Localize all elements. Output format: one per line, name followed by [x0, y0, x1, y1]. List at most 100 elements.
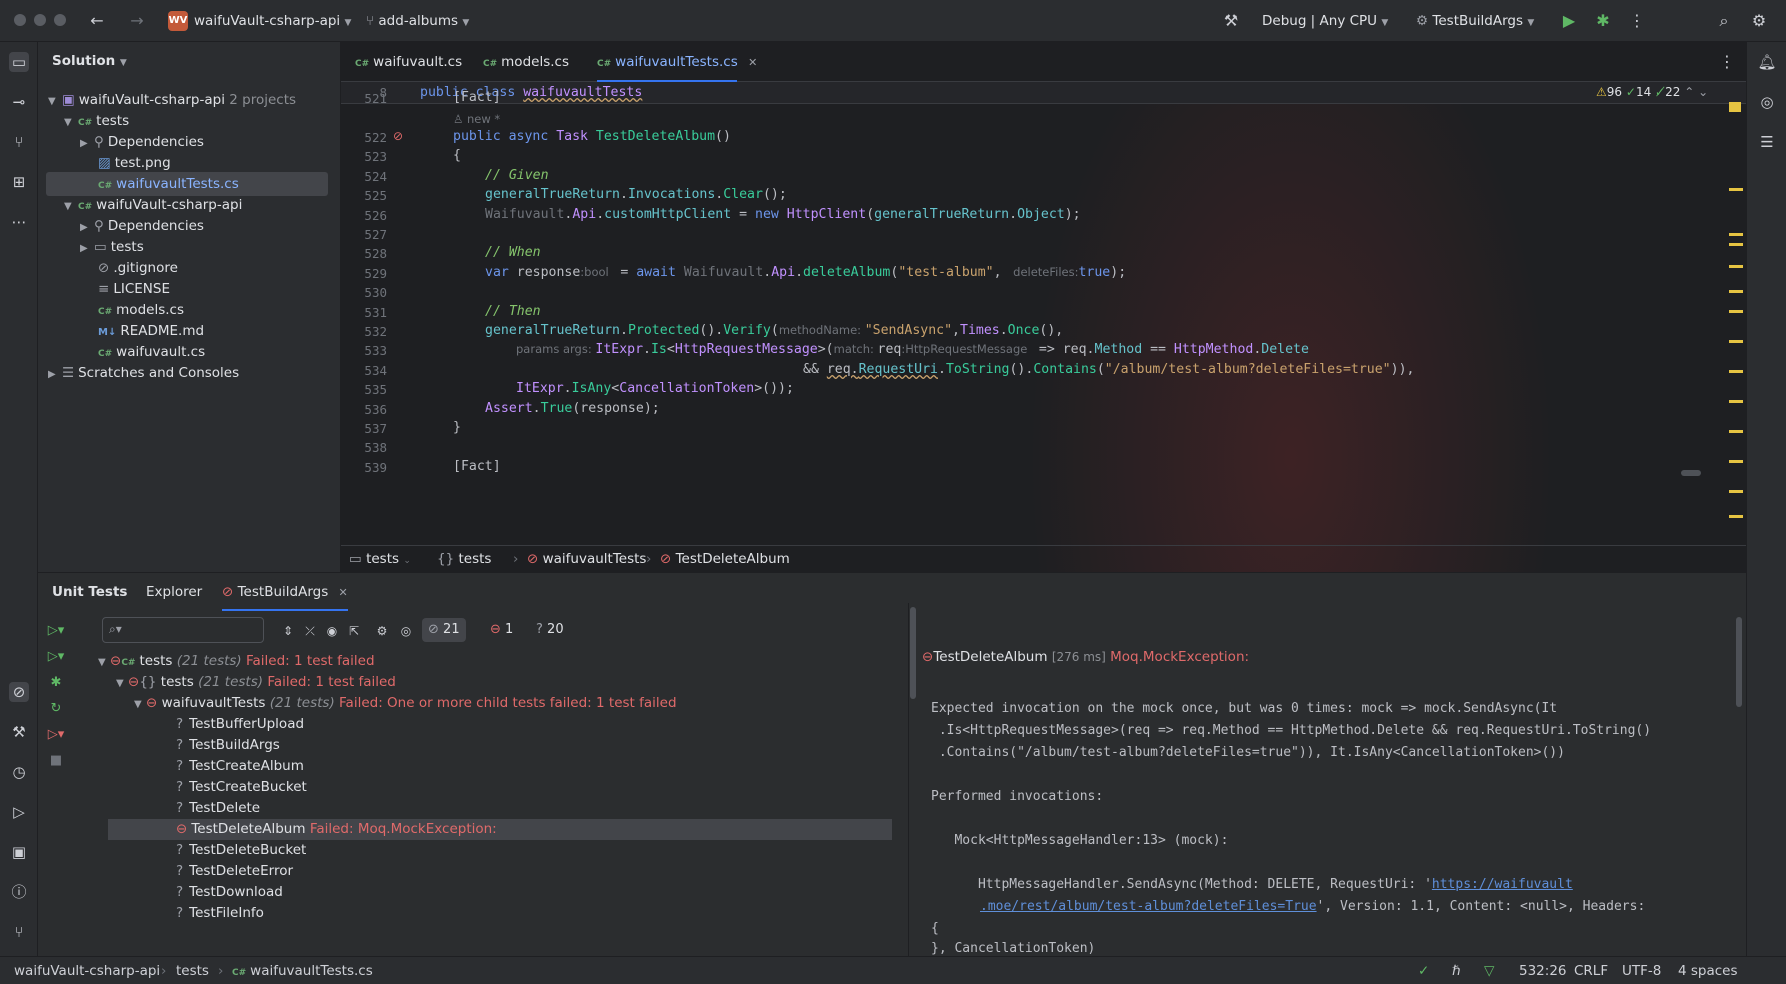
collapse-arrow-icon[interactable]: ▶: [48, 363, 62, 387]
expand-arrow-icon[interactable]: ▼: [64, 111, 78, 135]
rerun-icon[interactable]: ↻: [46, 699, 66, 719]
run-test-failed-gutter-icon[interactable]: ⊘: [393, 129, 403, 143]
panel-divider[interactable]: [908, 603, 909, 957]
warning-stripe-marker[interactable]: [1729, 243, 1743, 246]
tree-item-scratches[interactable]: ▶ ☰ Scratches and Consoles: [48, 361, 239, 385]
warning-stripe-marker[interactable]: [1729, 490, 1743, 493]
ai-status-icon[interactable]: ℏ: [1452, 957, 1461, 984]
more-vertical-icon[interactable]: ⋮: [1627, 11, 1647, 31]
collapse-all-icon[interactable]: ⤫: [302, 621, 318, 641]
breadcrumb-item-project[interactable]: ▭ tests ⌄: [349, 546, 411, 572]
expand-all-icon[interactable]: ⇕: [280, 621, 296, 641]
warning-stripe-marker[interactable]: [1729, 265, 1743, 268]
status-path-file[interactable]: C# waifuvaultTests.cs: [232, 957, 373, 984]
warning-stripe-marker[interactable]: [1729, 290, 1743, 293]
warning-stripe-marker[interactable]: [1729, 430, 1743, 433]
notifications-bell-icon[interactable]: 🔔︎: [1757, 52, 1777, 72]
forward-arrow-icon[interactable]: →: [127, 11, 147, 31]
warning-stripe-marker[interactable]: [1729, 310, 1743, 313]
run-config-selector[interactable]: Debug | Any CPU ▼: [1262, 0, 1388, 42]
export-icon[interactable]: ⇱: [346, 621, 362, 641]
more-horizontal-icon[interactable]: ⋯: [9, 212, 29, 232]
tab-waifuvault-cs[interactable]: C# waifuvault.cs: [355, 42, 462, 82]
test-item[interactable]: ? TestBuildArgs: [176, 735, 280, 756]
folder-icon[interactable]: ▭: [9, 52, 29, 72]
warning-stripe-marker[interactable]: [1729, 188, 1743, 191]
debug-bug-icon[interactable]: ✱: [46, 673, 66, 693]
output-url-link[interactable]: .moe/rest/album/test-album?deleteFiles=T…: [980, 899, 1317, 914]
test-item[interactable]: ? TestDeleteBucket: [176, 840, 306, 861]
breadcrumb-item-method[interactable]: ⊘ TestDeleteAlbum: [646, 546, 790, 572]
horizontal-scrollbar-thumb[interactable]: [1681, 470, 1701, 476]
test-item[interactable]: ? TestBufferUpload: [176, 714, 304, 735]
test-item-selected[interactable]: ⊖ TestDeleteAlbum Failed: Moq.MockExcepti…: [108, 819, 892, 840]
run-icon[interactable]: ▶: [1559, 11, 1579, 31]
run-icon[interactable]: ▷▾: [46, 647, 66, 667]
problems-icon[interactable]: ⓘ: [9, 882, 29, 902]
chevron-down-icon[interactable]: ⌄: [1698, 85, 1708, 99]
maximize-window-button[interactable]: [54, 14, 66, 26]
inspection-widget[interactable]: ⚠96 ✓14 ✓̸22 ⌃ ⌄: [1596, 85, 1708, 99]
test-item[interactable]: ? TestCreateAlbum: [176, 756, 304, 777]
expand-arrow-icon[interactable]: ▼: [48, 90, 62, 114]
vcs-status-icon[interactable]: ▽: [1484, 957, 1494, 984]
warning-stripe-marker[interactable]: [1729, 340, 1743, 343]
test-tree-namespace[interactable]: ▼ ⊖{} tests (21 tests) Failed: 1 test fa…: [116, 672, 396, 693]
close-icon[interactable]: ✕: [339, 586, 348, 599]
file-encoding[interactable]: UTF-8: [1622, 957, 1661, 984]
more-vertical-icon[interactable]: ⋮: [1717, 52, 1737, 72]
build-icon[interactable]: ⚒: [9, 722, 29, 742]
warning-stripe-marker[interactable]: [1729, 370, 1743, 373]
tab-models-cs[interactable]: C# models.cs: [483, 42, 569, 82]
test-item[interactable]: ? TestDeleteError: [176, 861, 293, 882]
warning-stripe-marker[interactable]: [1729, 233, 1743, 236]
test-tree-class[interactable]: ▼ ⊖ waifuvaultTests (21 tests) Failed: O…: [134, 693, 677, 714]
git-icon[interactable]: ⑂: [9, 922, 29, 942]
test-item[interactable]: ? TestFileInfo: [176, 903, 264, 917]
error-stripe-marker[interactable]: [1729, 102, 1741, 112]
expand-arrow-icon[interactable]: ▼: [116, 678, 124, 689]
test-item[interactable]: ? TestCreateBucket: [176, 777, 307, 798]
settings-gear-icon[interactable]: ⚙: [1749, 11, 1769, 31]
warning-stripe-marker[interactable]: [1729, 515, 1743, 518]
expand-arrow-icon[interactable]: ▼: [98, 657, 106, 668]
breadcrumb-item-namespace[interactable]: {} tests: [437, 546, 491, 572]
collapse-arrow-icon[interactable]: ▶: [80, 237, 94, 261]
solution-dropdown[interactable]: Solution ▼: [52, 42, 127, 80]
database-icon[interactable]: ☰: [1757, 132, 1777, 152]
unit-tests-icon[interactable]: ⊘: [9, 682, 29, 702]
branch-selector[interactable]: ⑂ add-albums ▼: [366, 0, 469, 42]
filter-all-tests[interactable]: ⊘ 21: [422, 618, 466, 642]
close-icon[interactable]: ✕: [748, 56, 757, 69]
expand-arrow-icon[interactable]: ▼: [64, 195, 78, 219]
profiler-icon[interactable]: ◷: [9, 762, 29, 782]
debug-bug-icon[interactable]: ✱: [1593, 11, 1613, 31]
stop-icon[interactable]: ■: [46, 751, 66, 771]
inspection-ok-icon[interactable]: ✓: [1418, 957, 1429, 984]
build-hammer-icon[interactable]: ⚒: [1221, 11, 1241, 31]
pull-requests-icon[interactable]: ⑂: [9, 132, 29, 152]
tree-scrollbar-thumb[interactable]: [910, 607, 916, 699]
tab-unit-tests[interactable]: Unit Tests: [52, 573, 127, 611]
project-selector[interactable]: waifuVault-csharp-api ▼: [194, 0, 351, 42]
filter-failed-tests[interactable]: ⊖ 1: [490, 618, 513, 642]
collapse-arrow-icon[interactable]: ▶: [80, 132, 94, 156]
rerun-failed-icon[interactable]: ▷▾: [46, 725, 66, 745]
indent-setting[interactable]: 4 spaces: [1678, 957, 1738, 984]
status-path-folder[interactable]: tests: [176, 957, 209, 984]
warning-stripe-marker[interactable]: [1729, 400, 1743, 403]
terminal-icon[interactable]: ▣: [9, 842, 29, 862]
tab-explorer[interactable]: Explorer: [146, 573, 202, 611]
warning-stripe-marker[interactable]: [1729, 460, 1743, 463]
output-scrollbar-thumb[interactable]: [1736, 617, 1742, 707]
expand-arrow-icon[interactable]: ▼: [134, 699, 142, 710]
close-window-button[interactable]: [14, 14, 26, 26]
services-icon[interactable]: ▷: [9, 802, 29, 822]
minimize-window-button[interactable]: [34, 14, 46, 26]
ai-assistant-icon[interactable]: ◎: [1757, 92, 1777, 112]
code-editor[interactable]: C# waifuvault.cs C# models.cs C# waifuvault…: [341, 42, 1746, 572]
search-icon[interactable]: ⌕: [1714, 11, 1734, 31]
test-tree-root[interactable]: ▼ ⊖C# tests (21 tests) Failed: 1 test fai…: [98, 651, 375, 672]
line-separator[interactable]: CRLF: [1574, 957, 1608, 984]
test-search-input[interactable]: ⌕▾: [102, 617, 264, 643]
